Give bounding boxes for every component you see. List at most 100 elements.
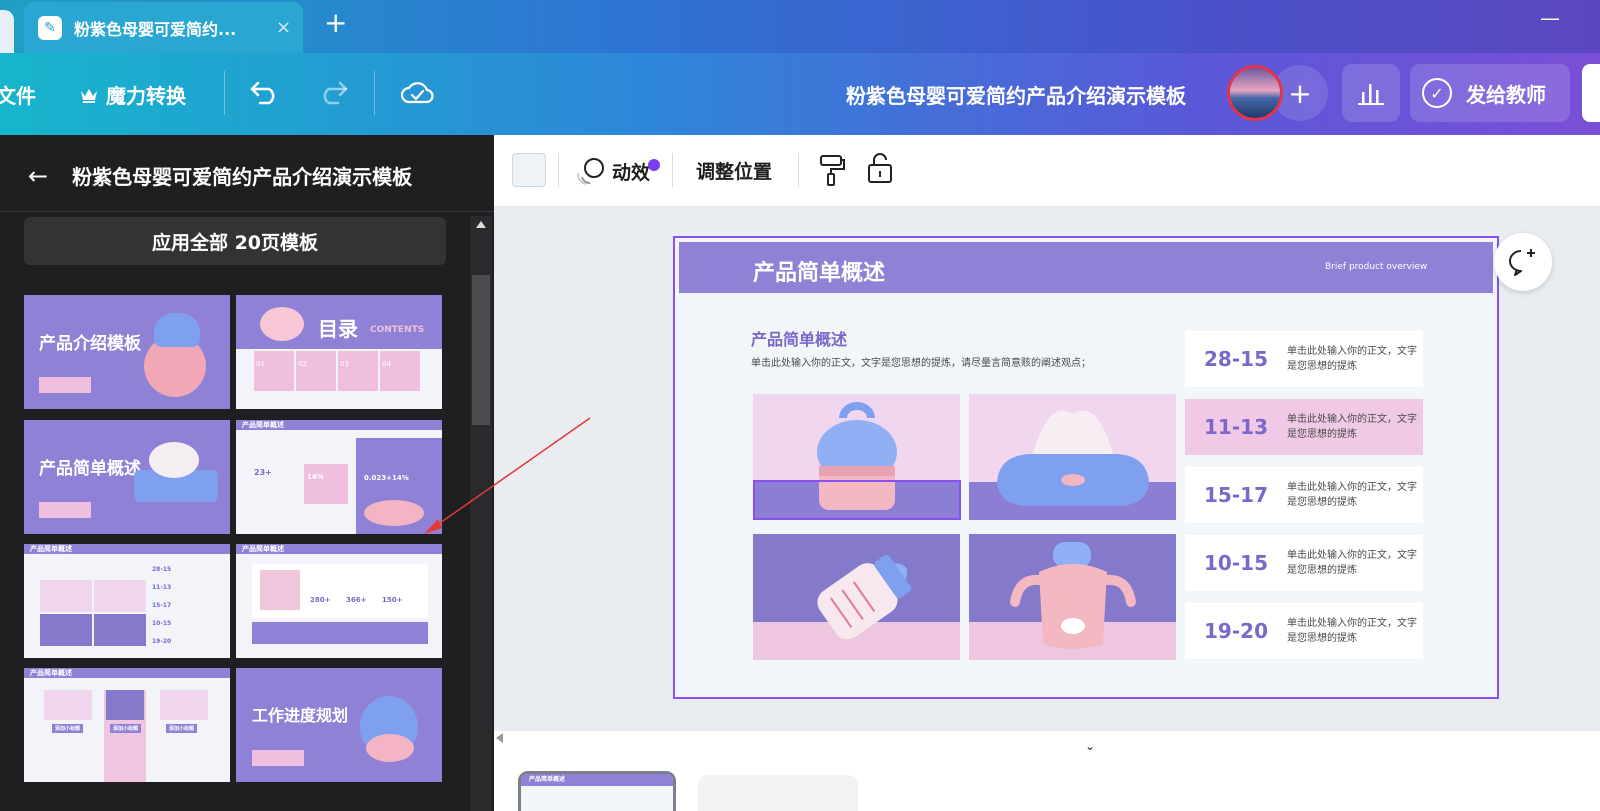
page-thumbnail-current[interactable]: 产品简单概述 (518, 771, 676, 811)
document-title[interactable]: 粉紫色母婴可爱简约产品介绍演示模板 (846, 80, 1186, 109)
slide-description[interactable]: 单击此处输入你的正文，文字是您思想的提炼，请尽量言简意赅的阐述观点； (751, 354, 1091, 369)
bar-chart-icon (1358, 84, 1384, 105)
thumbnail-header: 产品简单概述 (236, 544, 442, 554)
minimize-button[interactable]: — (1540, 6, 1560, 30)
stat-description[interactable]: 单击此处输入你的正文，文字是您思想的提炼 (1287, 616, 1417, 646)
add-comment-button[interactable] (1494, 233, 1552, 291)
tab-close-icon[interactable]: × (276, 17, 291, 38)
template-panel-title: 粉紫色母婴可爱简约产品介绍演示模板 (72, 165, 413, 189)
product-image (160, 690, 208, 720)
stat-value[interactable]: 15-17 (1185, 483, 1287, 507)
toc-item-number: 01 (256, 360, 265, 368)
product-image (366, 734, 414, 762)
stat-value[interactable]: 28-15 (1185, 347, 1287, 371)
toc-item: 01 (254, 351, 294, 391)
product-photo-wipes[interactable] (969, 394, 1176, 520)
crown-icon (81, 88, 97, 103)
back-arrow-icon[interactable]: ← (28, 162, 48, 190)
stat-card[interactable]: 15-17 单击此处输入你的正文，文字是您思想的提炼 (1185, 467, 1423, 523)
editor-area: 动效 调整位置 产品简单概述 Brief product overview 产品… (494, 135, 1600, 811)
collapse-page-strip-button[interactable]: ⌄ (1040, 735, 1140, 757)
app-logo-icon: ✎ (38, 15, 62, 40)
slide-canvas[interactable]: 产品简单概述 Brief product overview 产品简单概述 单击此… (673, 236, 1499, 699)
thumbnail-value: 28-15 (152, 566, 172, 573)
send-to-teacher-label: 发给教师 (1466, 82, 1546, 107)
user-avatar[interactable] (1227, 65, 1283, 121)
stat-card[interactable]: 11-13 单击此处输入你的正文，文字是您思想的提炼 (1185, 399, 1423, 455)
apply-all-templates-button[interactable]: 应用全部 20页模板 (24, 217, 446, 265)
product-image (364, 500, 424, 526)
slide-header-title[interactable]: 产品简单概述 (753, 255, 885, 287)
product-image (94, 614, 146, 646)
stat-description[interactable]: 单击此处输入你的正文，文字是您思想的提炼 (1287, 548, 1417, 578)
stat-value[interactable]: 10-15 (1185, 551, 1287, 575)
adjust-position-label: 调整位置 (696, 161, 773, 183)
toolbar-divider (224, 71, 225, 115)
thumbnail-title: 产品简单概述 (242, 421, 284, 429)
magic-convert-button[interactable]: 魔力转换 (80, 80, 186, 109)
slide-content: 产品简单概述 Brief product overview 产品简单概述 单击此… (679, 242, 1493, 694)
tab-title: 粉紫色母婴可爱简约... (74, 19, 237, 39)
previous-tab-stub[interactable] (0, 10, 14, 53)
stat-card[interactable]: 19-20 单击此处输入你的正文，文字是您思想的提炼 (1185, 603, 1423, 659)
thumbnail-card: 14% (304, 464, 348, 504)
product-image (40, 614, 92, 646)
browser-tab-active[interactable]: ✎ 粉紫色母婴可爱简约... × (24, 2, 303, 53)
send-to-teacher-button[interactable]: ✓ 发给教师 (1410, 64, 1570, 122)
stat-value[interactable]: 11-13 (1185, 415, 1287, 439)
thumbnail-value: 366+ (346, 596, 367, 604)
product-photo-sippy-cup[interactable] (969, 534, 1176, 660)
thumbnail-value: 0.023+14% (364, 474, 409, 482)
template-thumbnail[interactable]: 产品简单概述 280+ 366+ 150+ (236, 544, 442, 658)
adjust-position-button[interactable]: 调整位置 (696, 157, 772, 184)
page-thumbnail[interactable] (698, 775, 858, 811)
toolbar-divider (672, 153, 673, 187)
template-panel: ← 粉紫色母婴可爱简约产品介绍演示模板 应用全部 20页模板 产品介绍模板 目录… (0, 135, 494, 811)
stat-description[interactable]: 单击此处输入你的正文，文字是您思想的提炼 (1287, 412, 1417, 442)
template-thumbnail[interactable]: 产品介绍模板 (24, 295, 230, 409)
undo-icon[interactable] (250, 79, 280, 105)
thumbnail-value: 14% (307, 473, 324, 481)
template-thumbnail[interactable]: 工作进度规划 (236, 668, 442, 782)
animation-icon (576, 158, 604, 185)
product-photo-bottle[interactable] (753, 534, 960, 660)
stat-description[interactable]: 单击此处输入你的正文，文字是您思想的提炼 (1287, 480, 1417, 510)
template-thumbnail[interactable]: 产品简单概述 23+ 14% 0.023+14% (236, 420, 442, 534)
toc-item-number: 04 (382, 360, 391, 368)
statistics-button[interactable] (1342, 64, 1400, 122)
template-thumbnail[interactable]: 产品简单概述 添加小标题 添加小标题 添加小标题 (24, 668, 230, 782)
thumbnail-title: 产品简单概述 (30, 545, 72, 553)
selection-box[interactable] (753, 480, 961, 520)
stat-value[interactable]: 19-20 (1185, 619, 1287, 643)
stat-description[interactable]: 单击此处输入你的正文，文字是您思想的提炼 (1287, 344, 1417, 374)
template-thumbnail[interactable]: 产品简单概述 (24, 420, 230, 534)
template-thumbnail[interactable]: 产品简单概述 28-15 11-13 15-17 10-15 19-20 (24, 544, 230, 658)
redo-icon[interactable] (318, 79, 348, 105)
new-tab-button[interactable]: + (324, 6, 347, 39)
slide-header[interactable]: 产品简单概述 Brief product overview (679, 242, 1493, 293)
unlock-icon[interactable] (866, 151, 894, 185)
thumbnail-title: 工作进度规划 (252, 706, 349, 725)
wipes-image (997, 410, 1149, 506)
toc-item: 03 (338, 351, 378, 391)
toolbar-overflow-button[interactable] (1582, 64, 1600, 122)
page-thumbnail-title: 产品简单概述 (521, 774, 673, 786)
scroll-left-arrow-icon[interactable] (496, 733, 503, 743)
thumbnail-value: 150+ (382, 596, 403, 604)
format-painter-icon[interactable] (818, 153, 846, 187)
background-color-swatch[interactable] (512, 153, 546, 187)
slide-header-subtitle[interactable]: Brief product overview (1325, 262, 1427, 272)
stat-card[interactable]: 10-15 单击此处输入你的正文，文字是您思想的提炼 (1185, 535, 1423, 591)
template-thumbnail[interactable]: 目录 CONTENTS 01 02 03 04 (236, 295, 442, 409)
scroll-up-arrow-icon[interactable] (476, 221, 486, 228)
cloud-saved-icon[interactable] (400, 79, 434, 105)
thumbnail-title: 产品介绍模板 (39, 334, 141, 354)
panel-scrollbar-thumb[interactable] (472, 275, 490, 425)
browser-tab-strip: ✎ 粉紫色母婴可爱简约... × + — (0, 0, 1600, 53)
file-menu[interactable]: 文件 (0, 80, 36, 109)
animation-button[interactable]: 动效 (576, 157, 661, 185)
stat-card[interactable]: 28-15 单击此处输入你的正文，文字是您思想的提炼 (1185, 331, 1423, 387)
slide-heading[interactable]: 产品简单概述 (751, 326, 847, 350)
product-image (260, 307, 304, 341)
app-root: ✎ 粉紫色母婴可爱简约... × + — 文件 魔力转换 粉紫色母婴可爱简约产品… (0, 0, 1600, 811)
